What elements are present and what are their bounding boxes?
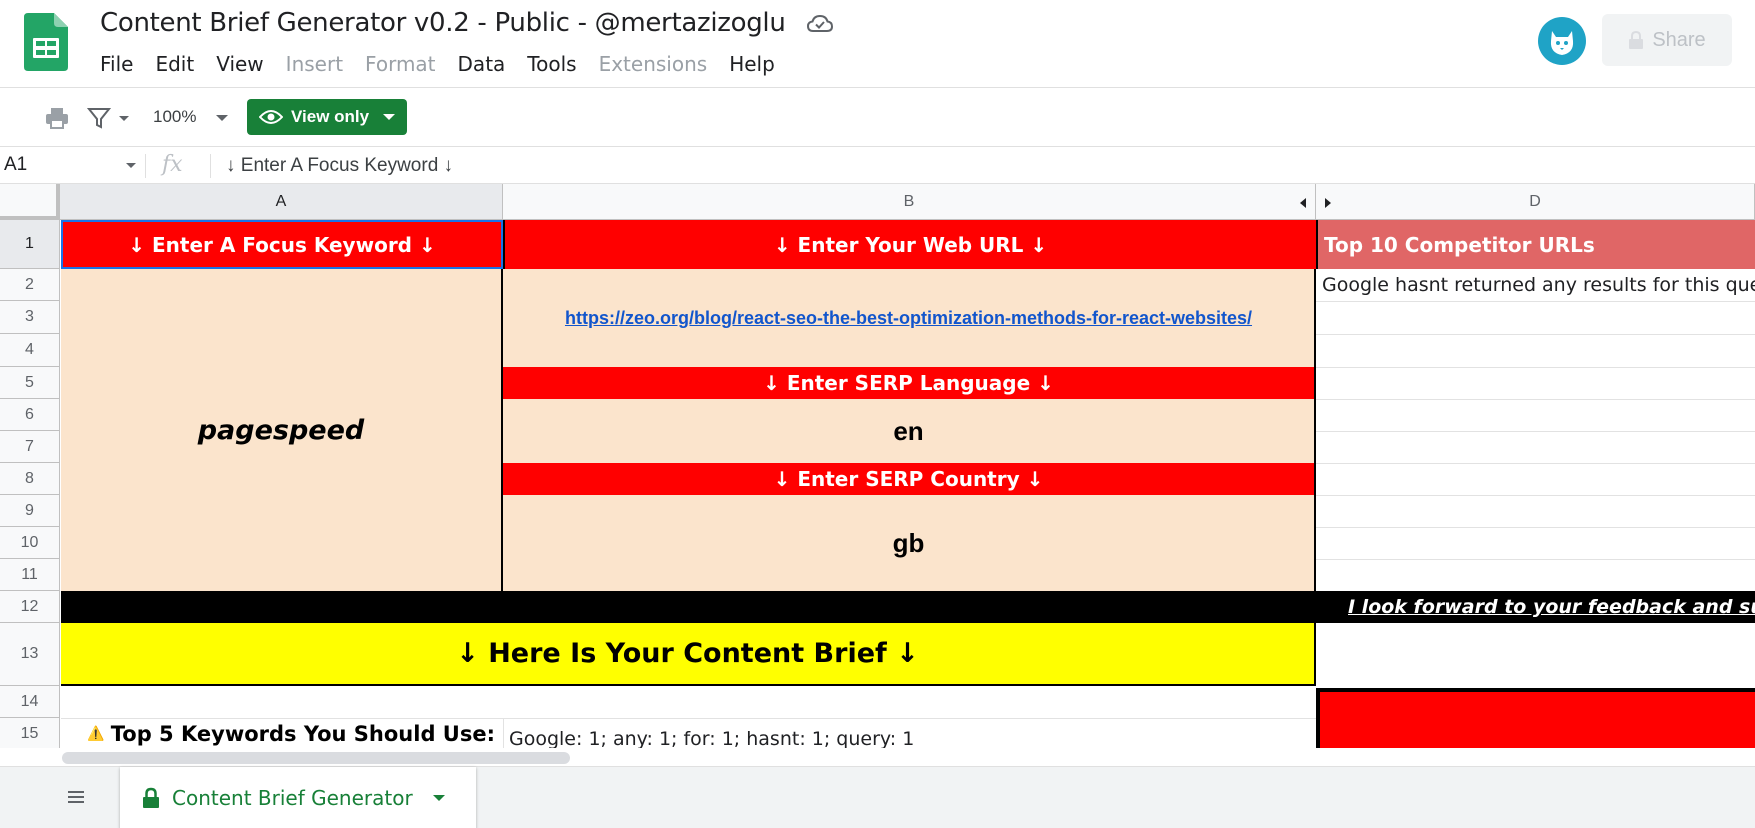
menu-format[interactable]: Format — [365, 52, 435, 76]
cell-b15-top-keywords-value[interactable]: Google: 1; any: 1; for: 1; hasnt: 1; que… — [504, 718, 1316, 748]
cell-d14-red-block[interactable] — [1316, 688, 1755, 748]
name-box[interactable]: A1 — [4, 154, 140, 178]
column-header-a[interactable]: A — [60, 184, 503, 220]
warning-icon: ⚠️ — [87, 726, 105, 742]
list-sheets-icon[interactable] — [64, 785, 88, 809]
feedback-link[interactable]: I look forward to your feedback and supp… — [1348, 596, 1755, 618]
title-bar: Content Brief Generator v0.2 - Public - … — [0, 0, 1755, 88]
avatar-icon[interactable] — [1538, 17, 1586, 65]
filter-icon[interactable] — [86, 105, 112, 131]
formula-bar-divider — [210, 154, 211, 178]
lock-icon — [143, 787, 159, 808]
row-header-15[interactable]: 15 — [0, 718, 60, 748]
name-box-dropdown-icon[interactable] — [126, 163, 136, 168]
toolbar: 100% View only — [0, 89, 1755, 147]
formula-bar-divider — [145, 154, 146, 178]
row-header-14[interactable]: 14 — [0, 686, 60, 718]
row-header-9[interactable]: 9 — [0, 495, 60, 527]
row-header-8[interactable]: 8 — [0, 463, 60, 495]
gridline — [1316, 527, 1755, 528]
menu-edit[interactable]: Edit — [155, 52, 194, 76]
column-header-d[interactable]: D — [1316, 184, 1755, 220]
gridline — [1316, 301, 1755, 302]
cloud-saved-icon[interactable] — [806, 12, 834, 36]
cell-a15-top-keywords-label[interactable]: ⚠️ Top 5 Keywords You Should Use: — [61, 718, 503, 748]
gridline — [1316, 431, 1755, 432]
filter-dropdown-icon[interactable] — [119, 116, 129, 121]
formula-input[interactable]: ↓ Enter A Focus Keyword ↓ — [226, 155, 453, 177]
menu-help[interactable]: Help — [729, 52, 775, 76]
menu-insert[interactable]: Insert — [286, 52, 343, 76]
cell-d1-competitor-header[interactable]: Top 10 Competitor URLs — [1316, 220, 1755, 269]
formula-bar: A1 fx ↓ Enter A Focus Keyword ↓ — [0, 148, 1755, 184]
sheet-tab-content-brief-generator[interactable]: Content Brief Generator — [120, 767, 476, 828]
cell-b9-country-value[interactable]: gb — [503, 495, 1316, 591]
horizontal-scrollbar-thumb[interactable] — [62, 752, 570, 764]
cell-b6-language-value[interactable]: en — [503, 399, 1316, 463]
gridline — [1316, 463, 1755, 464]
document-title[interactable]: Content Brief Generator v0.2 - Public - … — [100, 8, 786, 38]
sheet-tab-bar: Content Brief Generator — [0, 766, 1755, 828]
top-keywords-label: Top 5 Keywords You Should Use: — [110, 722, 495, 746]
row-header-2[interactable]: 2 — [0, 269, 60, 301]
print-icon[interactable] — [44, 105, 70, 131]
view-only-label: View only — [291, 107, 370, 126]
row-header-1[interactable]: 1 — [0, 220, 60, 269]
spreadsheet-grid: A B D 1 2 3 4 5 6 7 8 9 10 11 12 13 14 1… — [0, 184, 1755, 748]
cell-row12-banner[interactable]: I look forward to your feedback and supp… — [61, 591, 1755, 623]
row-header-6[interactable]: 6 — [0, 399, 60, 431]
sheet-tab-label: Content Brief Generator — [172, 786, 413, 810]
web-url-link[interactable]: https://zeo.org/blog/react-seo-the-best-… — [565, 308, 1252, 329]
gridline — [1316, 399, 1755, 400]
row-header-11[interactable]: 11 — [0, 559, 60, 591]
hidden-column-right-arrow-icon[interactable] — [1325, 198, 1331, 208]
row-header-3[interactable]: 3 — [0, 301, 60, 334]
row-header-12[interactable]: 12 — [0, 591, 60, 623]
cell-b5-language-header[interactable]: ↓ Enter SERP Language ↓ — [503, 367, 1316, 399]
fx-icon: fx — [162, 152, 183, 177]
menu-extensions[interactable]: Extensions — [599, 52, 708, 76]
zoom-select[interactable]: 100% — [153, 107, 196, 127]
menu-bar: File Edit View Insert Format Data Tools … — [100, 52, 797, 76]
hidden-column-left-arrow-icon[interactable] — [1300, 198, 1306, 208]
column-header-b[interactable]: B — [503, 184, 1316, 220]
menu-file[interactable]: File — [100, 52, 133, 76]
cell-b2-url-value[interactable]: https://zeo.org/blog/react-seo-the-best-… — [503, 269, 1316, 367]
app-window: Content Brief Generator v0.2 - Public - … — [0, 0, 1755, 828]
row-header-5[interactable]: 5 — [0, 367, 60, 399]
cell-b1-url-header[interactable]: ↓ Enter Your Web URL ↓ — [503, 220, 1316, 269]
gridline — [1316, 495, 1755, 496]
sheets-logo-icon[interactable] — [24, 13, 68, 71]
cell-a2-keyword-value[interactable]: pagespeed — [61, 269, 503, 591]
row-header-10[interactable]: 10 — [0, 527, 60, 559]
menu-view[interactable]: View — [216, 52, 263, 76]
share-lock-icon — [1629, 30, 1644, 49]
sheet-tab-dropdown-icon[interactable] — [432, 795, 445, 801]
cell-d2-competitor-result[interactable]: Google hasnt returned any results for th… — [1318, 269, 1755, 301]
zoom-dropdown-icon[interactable] — [216, 115, 228, 121]
eye-icon — [259, 110, 283, 124]
row-header-7[interactable]: 7 — [0, 431, 60, 463]
gridline — [1316, 559, 1755, 560]
share-button[interactable]: Share — [1602, 14, 1732, 66]
menu-tools[interactable]: Tools — [527, 52, 576, 76]
share-label: Share — [1652, 28, 1706, 51]
cell-a13-content-brief-header[interactable]: ↓ Here Is Your Content Brief ↓ — [61, 623, 1316, 686]
menu-data[interactable]: Data — [458, 52, 506, 76]
anonymous-animal-icon — [1550, 31, 1574, 55]
cell-a1-keyword-header[interactable]: ↓ Enter A Focus Keyword ↓ — [61, 220, 503, 269]
gridline — [1316, 334, 1755, 335]
cell-b8-country-header[interactable]: ↓ Enter SERP Country ↓ — [503, 463, 1316, 495]
select-all-corner[interactable] — [0, 184, 60, 220]
view-only-dropdown-icon — [383, 114, 396, 120]
view-only-button[interactable]: View only — [247, 99, 407, 135]
row-header-13[interactable]: 13 — [0, 623, 60, 686]
row-header-4[interactable]: 4 — [0, 334, 60, 367]
gridline — [1316, 367, 1755, 368]
